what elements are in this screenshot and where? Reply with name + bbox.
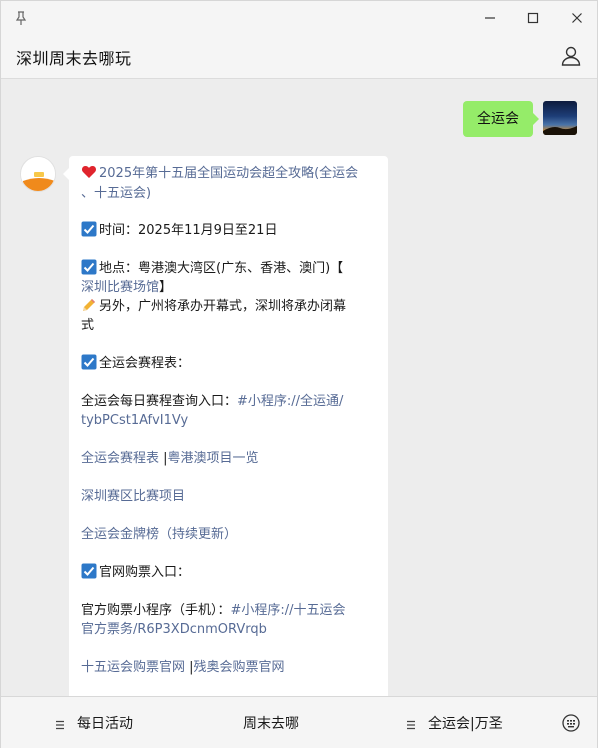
article-card[interactable]: 2025年第十五届全国运动会超全攻略(全运会 、十五运会) 时间：2025年11… [63,156,388,696]
ticket-sites-line: 十五运会购票官网 |残奥会购票官网 [81,660,285,675]
daily-schedule-miniprogram-link-2[interactable]: tybPCst1AfvI1Vy [81,411,188,430]
close-icon[interactable] [566,7,588,29]
schedule-link[interactable]: 全运会赛程表 [81,451,159,466]
checkbox-icon [81,563,97,579]
place-line-2: 深圳比赛场馆】 [81,280,173,295]
heart-icon [81,164,97,180]
games-ticket-site-link[interactable]: 十五运会购票官网 [81,660,185,675]
ticket-miniprogram-link[interactable]: #小程序://十五运会 [231,603,346,618]
checkbox-icon [81,354,97,370]
title-bar [1,1,597,35]
menu-lines-icon [55,718,65,730]
note-line-2: 式 [81,318,95,333]
shenzhen-venue-link[interactable]: 深圳比赛场馆 [81,280,159,295]
time-line: 时间：2025年11月9日至21日 [81,221,277,240]
bot-avatar[interactable] [20,156,56,192]
medal-table-link[interactable]: 全运会金牌榜（持续更新） [81,525,237,544]
daily-schedule-line: 全运会每日赛程查询入口：#小程序://全运通/ [81,394,344,409]
gba-events-link[interactable]: 粤港澳项目一览 [168,451,259,466]
pin-icon[interactable] [13,10,29,26]
bottom-menu: 每日活动 周末去哪 全运会|万圣 [1,696,597,748]
checkbox-icon [81,259,97,275]
chat-area[interactable]: 全运会 2025年第十五届全国运动会超全攻略(全运会 、十五运会) 时间：202… [1,80,597,696]
checkbox-icon [81,221,97,237]
my-avatar[interactable] [543,101,577,135]
schedule-links-line: 全运会赛程表 |粤港澳项目一览 [81,451,259,466]
schedule-heading: 全运会赛程表： [81,354,190,373]
ticket-miniprogram-line: 官方购票小程序（手机）：#小程序://十五运会 [81,603,346,618]
menu-daily-activities[interactable]: 每日活动 [55,697,133,748]
daily-schedule-miniprogram-link[interactable]: #小程序://全运通/ [237,394,343,409]
ticket-miniprogram-link-2[interactable]: 官方票务/R6P3XDcnmORVrqb [81,620,267,639]
chat-title: 深圳周末去哪玩 [16,49,132,68]
menu-lines-icon [406,718,416,730]
keyboard-icon[interactable] [562,714,580,732]
place-line: 地点：粤港澳大湾区(广东、香港、澳门)【 [81,259,343,278]
wechat-window: 深圳周末去哪玩 全运会 2025年第十五届全国运动会超全攻略(全运会 、十五运会… [0,0,598,748]
article-title-line-2[interactable]: 、十五运会) [81,184,151,203]
paralympic-ticket-site-link[interactable]: 残奥会购票官网 [194,660,285,675]
chat-header: 深圳周末去哪玩 [1,35,597,79]
menu-weekend-where[interactable]: 周末去哪 [243,697,299,748]
article-title-line[interactable]: 2025年第十五届全国运动会超全攻略(全运会 [81,164,358,183]
pencil-icon [81,297,97,313]
maximize-icon[interactable] [522,7,544,29]
shenzhen-events-link[interactable]: 深圳赛区比赛项目 [81,487,185,506]
my-message-bubble[interactable]: 全运会 [463,101,539,137]
minimize-icon[interactable] [479,7,501,29]
menu-national-games[interactable]: 全运会|万圣 [406,697,503,748]
ticket-heading: 官网购票入口： [81,563,190,582]
note-line: 另外，广州将承办开幕式，深圳将承办闭幕 [81,297,346,316]
profile-icon[interactable] [560,45,582,67]
